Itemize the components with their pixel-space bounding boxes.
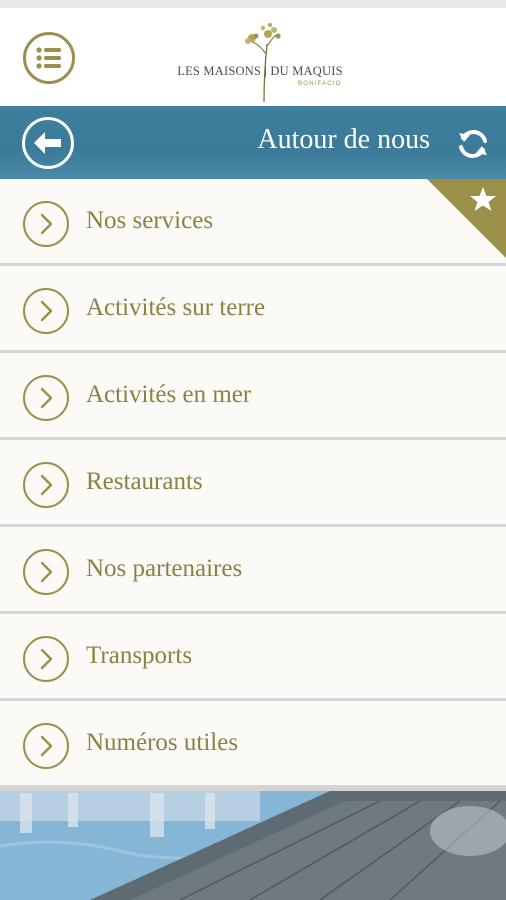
title-bar: Autour de nous xyxy=(0,106,506,179)
page-title: Autour de nous xyxy=(257,124,430,155)
status-strip xyxy=(0,0,506,8)
list-item-transports[interactable]: Transports xyxy=(0,614,506,698)
logo-subtext: BONIFACIO xyxy=(298,81,342,87)
list-item-label: Restaurants xyxy=(86,468,203,495)
back-button[interactable] xyxy=(22,117,74,169)
list-item-restaurants[interactable]: Restaurants xyxy=(0,440,506,524)
chevron-right-icon xyxy=(40,561,53,583)
list-item-label: Activités en mer xyxy=(86,381,252,408)
refresh-button[interactable] xyxy=(455,126,491,162)
chevron-right-icon xyxy=(40,648,53,670)
chevron-right-icon xyxy=(40,300,53,322)
list-item-label: Activités sur terre xyxy=(86,294,266,321)
menu-list: Nos services Activités sur terre Activit… xyxy=(0,179,506,791)
favorite-star-icon[interactable] xyxy=(427,179,506,258)
list-item-activites-en-mer[interactable]: Activités en mer xyxy=(0,353,506,437)
chevron-right-icon xyxy=(40,735,53,757)
chevron-right-icon xyxy=(40,387,53,409)
list-item-label: Numéros utiles xyxy=(86,729,239,756)
background-photo xyxy=(0,791,506,900)
menu-button[interactable] xyxy=(23,32,75,84)
logo-text: LES MAISONS | DU MAQUIS xyxy=(177,64,343,78)
app-header: LES MAISONS | DU MAQUIS BONIFACIO xyxy=(0,8,506,106)
chevron-circle xyxy=(23,462,69,508)
pool-deck-image xyxy=(0,791,506,900)
brand-logo: LES MAISONS | DU MAQUIS BONIFACIO xyxy=(170,14,350,102)
list-item-nos-partenaires[interactable]: Nos partenaires xyxy=(0,527,506,611)
refresh-icon xyxy=(459,130,487,158)
chevron-right-icon xyxy=(40,474,53,496)
list-item-label: Nos services xyxy=(86,207,214,234)
flower-logo-icon xyxy=(245,23,281,102)
chevron-circle xyxy=(23,723,69,769)
chevron-circle xyxy=(23,375,69,421)
list-menu-icon xyxy=(36,47,61,69)
chevron-circle xyxy=(23,636,69,682)
arrow-left-icon xyxy=(34,132,61,154)
chevron-circle xyxy=(23,201,69,247)
list-item-activites-sur-terre[interactable]: Activités sur terre xyxy=(0,266,506,350)
list-item-label: Nos partenaires xyxy=(86,555,243,582)
chevron-circle xyxy=(23,549,69,595)
chevron-circle xyxy=(23,288,69,334)
chevron-right-icon xyxy=(40,213,53,235)
list-item-numeros-utiles[interactable]: Numéros utiles xyxy=(0,701,506,785)
list-item-nos-services[interactable]: Nos services xyxy=(0,179,506,263)
list-item-label: Transports xyxy=(86,642,193,669)
